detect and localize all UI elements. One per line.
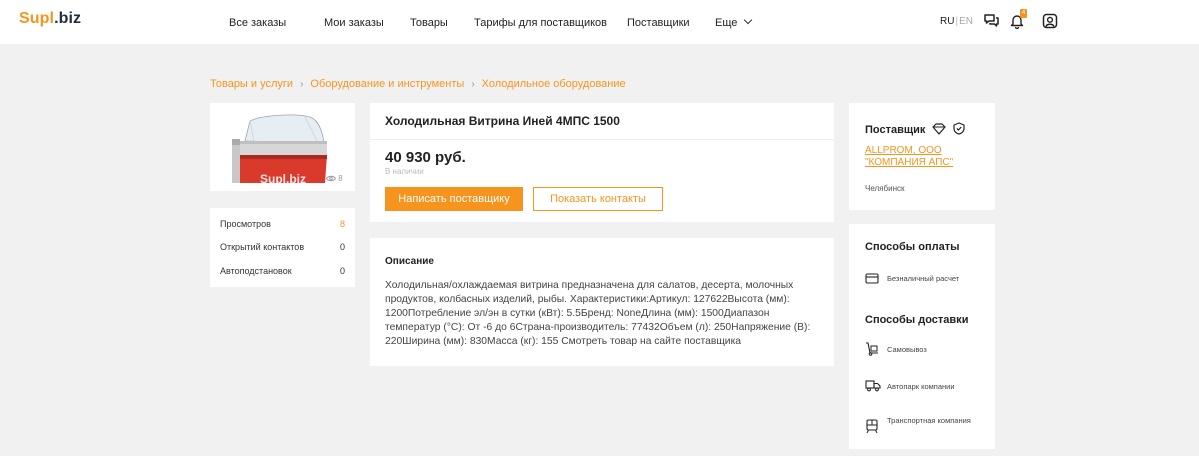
card-icon [865, 273, 879, 284]
supplier-card: Поставщик ALLPROM, ООО "КОМПАНИЯ АПС" Че… [849, 103, 995, 210]
product-title: Холодильная Витрина Иней 4МПС 1500 [385, 114, 620, 128]
train-icon [866, 419, 878, 434]
nav-products[interactable]: Товары [410, 17, 448, 29]
delivery-option-label: Транспортная компания [887, 416, 971, 425]
product-price: 40 930 руб. [385, 149, 466, 166]
breadcrumb-goods-services[interactable]: Товары и услуги [210, 78, 293, 90]
stat-value: 8 [339, 219, 345, 229]
profile-icon[interactable] [1042, 13, 1058, 29]
supplier-heading: Поставщик [865, 124, 926, 136]
language-switcher: RU|EN [940, 16, 973, 27]
nav-suppliers[interactable]: Поставщики [627, 17, 690, 29]
delivery-option-label: Автопарк компании [887, 382, 955, 391]
product-title-card: Холодильная Витрина Иней 4МПС 1500 [370, 103, 834, 140]
lang-ru[interactable]: RU [940, 16, 954, 27]
image-watermark: Supl.biz [260, 172, 306, 186]
description-card: Описание Холодильная/охлаждаемая витрина… [370, 238, 834, 366]
stat-value: 0 [339, 242, 345, 252]
description-heading: Описание [385, 256, 434, 267]
lang-separator: | [955, 16, 959, 27]
delivery-option: Автопарк компании [865, 379, 990, 403]
breadcrumb-equipment[interactable]: Оборудование и инструменты [310, 78, 464, 90]
supplier-name-link[interactable]: ALLPROM, ООО "КОМПАНИЯ АПС" [865, 145, 985, 169]
payment-option-label: Безналичный расчет [887, 274, 960, 283]
nav-my-orders[interactable]: Мои заказы [324, 17, 384, 29]
lang-en[interactable]: EN [959, 16, 973, 27]
chevron-down-icon [744, 15, 753, 25]
payment-delivery-card: Способы оплаты Безналичный расчет Способ… [849, 224, 995, 449]
delivery-option: Транспортная компания [865, 416, 990, 440]
breadcrumb-separator: › [471, 79, 475, 90]
stock-status: В наличии [385, 167, 424, 176]
delivery-option-label: Самовывоз [887, 345, 927, 354]
payment-option: Безналичный расчет [865, 273, 990, 297]
stat-label: Просмотров [220, 219, 271, 229]
breadcrumb-separator: › [300, 79, 304, 90]
shield-check-icon [952, 122, 965, 135]
stat-value: 0 [339, 266, 345, 276]
supplier-heading-row: Поставщик [865, 122, 965, 136]
truck-icon [865, 380, 881, 392]
nav-all-orders[interactable]: Все заказы [229, 17, 286, 29]
stat-row: Просмотров 8 [220, 219, 345, 229]
site-logo[interactable]: Supl.biz [19, 10, 81, 28]
nav-more[interactable]: Еще [715, 15, 753, 29]
payment-heading: Способы оплаты [865, 241, 960, 253]
breadcrumb-refrigeration[interactable]: Холодильное оборудование [482, 78, 626, 90]
nav-supplier-tariffs[interactable]: Тарифы для поставщиков [474, 17, 607, 29]
delivery-heading: Способы доставки [865, 314, 969, 326]
top-navbar: Supl.biz Все заказы Мои заказы Товары Та… [0, 0, 1199, 44]
eye-icon [325, 175, 337, 182]
stats-card: Просмотров 8 Открытий контактов 0 Автопо… [210, 208, 355, 287]
stat-label: Открытий контактов [220, 242, 305, 252]
breadcrumb: Товары и услуги › Оборудование и инструмен… [210, 78, 626, 90]
image-views: 8 [325, 174, 343, 183]
nav-more-label: Еще [715, 17, 738, 29]
write-supplier-button[interactable]: Написать поставщику [385, 187, 523, 211]
image-views-count: 8 [338, 174, 343, 183]
stat-row: Открытий контактов 0 [220, 242, 345, 252]
supplier-city: Челябинск [865, 184, 905, 193]
stat-label: Автоподстановок [220, 266, 292, 276]
description-text: Холодильная/охлаждаемая витрина предназн… [385, 280, 811, 347]
supplier-name-line1: ALLPROM, ООО [865, 145, 942, 156]
hand-truck-icon [866, 342, 878, 356]
notification-badge: 4 [1020, 9, 1027, 18]
product-image-card[interactable]: Supl.biz 8 [210, 103, 355, 191]
supplier-name-line2: "КОМПАНИЯ АПС" [865, 157, 954, 168]
diamond-icon [932, 123, 947, 135]
stat-row: Автоподстановок 0 [220, 266, 345, 276]
chat-icon[interactable] [983, 13, 1000, 28]
delivery-option: Самовывоз [865, 342, 990, 366]
product-price-card: 40 930 руб. В наличии Написать поставщик… [370, 140, 834, 222]
show-contacts-button[interactable]: Показать контакты [533, 187, 663, 211]
